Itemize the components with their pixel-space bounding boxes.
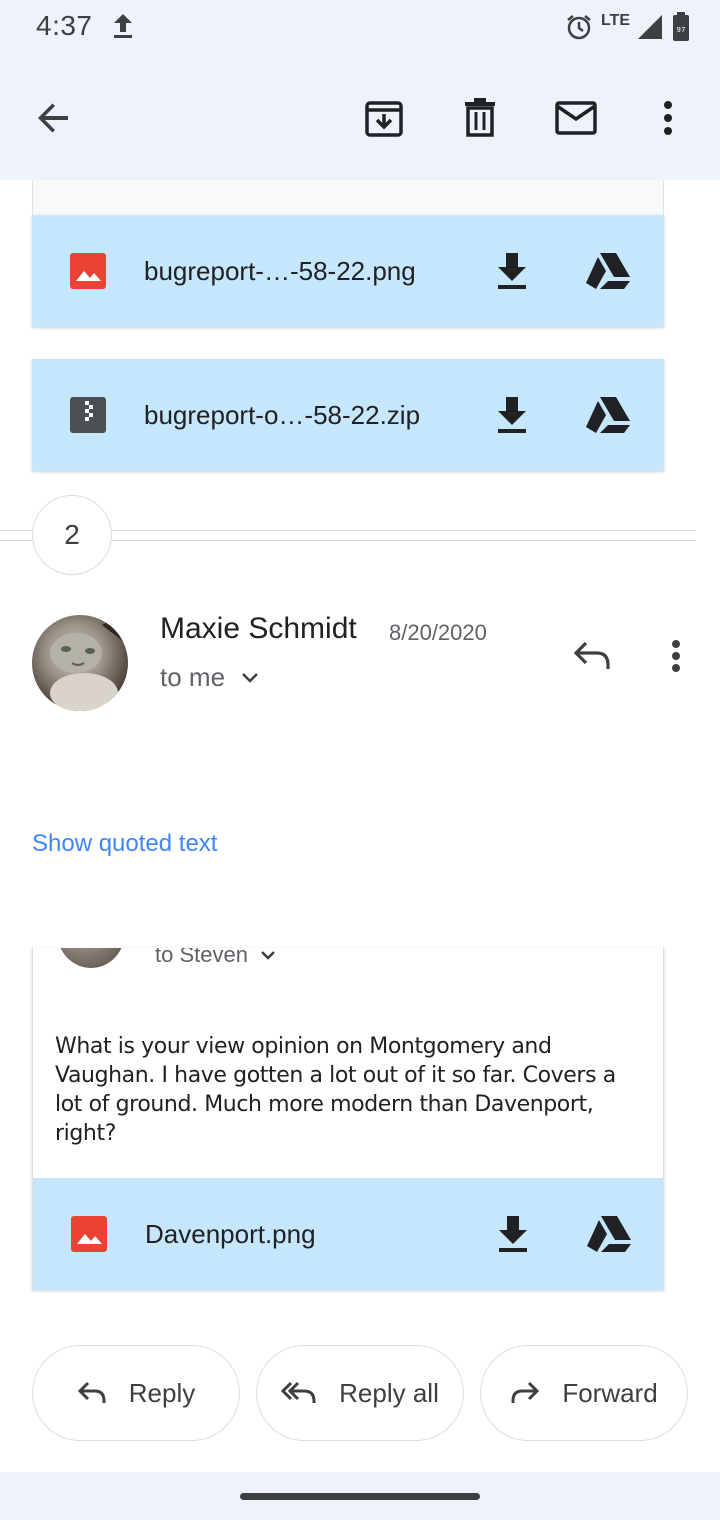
quoted-body: What is your view opinion on Montgomery … [55, 1034, 616, 1146]
download-icon[interactable] [493, 1210, 533, 1258]
attachment-card[interactable]: bugreport-o…-58-22.zip [32, 359, 664, 471]
sender-name: Maxie Schmidt [160, 612, 357, 645]
mark-unread-button[interactable] [546, 88, 606, 148]
reply-icon-button[interactable] [566, 630, 618, 682]
reply-icon [77, 1381, 106, 1403]
message-more-button[interactable] [650, 630, 702, 682]
attachment-name: bugreport-…-58-22.png [144, 256, 416, 286]
signal-icon [638, 15, 662, 39]
recipient-label: to me [160, 662, 226, 692]
zip-file-icon [70, 397, 106, 433]
drive-icon[interactable] [584, 391, 632, 439]
quoted-recipient-label: to Steven [155, 948, 248, 967]
recipient-details-toggle[interactable]: to me [160, 662, 259, 693]
alarm-icon [567, 15, 591, 40]
download-icon[interactable] [492, 391, 532, 439]
top-app-bar [0, 56, 720, 180]
more-vert-icon [672, 640, 680, 672]
reply-button[interactable]: Reply [32, 1345, 240, 1441]
attachment-name: Davenport.png [145, 1219, 316, 1249]
home-gesture-handle[interactable] [240, 1493, 480, 1500]
quoted-recipient: to Steven [155, 948, 276, 968]
upload-icon [114, 14, 132, 38]
reply-all-icon [281, 1381, 316, 1403]
quoted-avatar [57, 948, 125, 968]
image-file-icon [71, 1216, 107, 1252]
cat-photo [32, 615, 128, 711]
archive-button[interactable] [354, 88, 414, 148]
status-bar: 4:37 LTE 97 [0, 0, 720, 56]
previous-message-card [32, 180, 664, 216]
download-icon[interactable] [492, 247, 532, 295]
chevron-down-icon [242, 672, 258, 683]
svg-text:97: 97 [677, 26, 686, 34]
mail-icon [555, 101, 597, 135]
back-button[interactable] [24, 88, 84, 148]
drive-icon[interactable] [585, 1210, 633, 1258]
status-time: 4:37 [36, 10, 93, 41]
more-vert-icon [664, 101, 672, 135]
chevron-down-icon [261, 951, 275, 960]
battery-icon: 97 [673, 12, 689, 41]
delete-button[interactable] [450, 88, 510, 148]
delete-icon [465, 98, 495, 137]
arrow-back-icon [38, 103, 68, 133]
forward-label: Forward [562, 1377, 658, 1408]
attachment-card[interactable]: Davenport.png [33, 1178, 663, 1290]
forward-icon [511, 1381, 540, 1403]
message-date: 8/20/2020 [389, 620, 487, 645]
reply-icon [573, 641, 610, 669]
status-icons: LTE 97 [565, 10, 690, 44]
drive-icon[interactable] [584, 247, 632, 295]
reply-all-label: Reply all [339, 1377, 439, 1408]
network-type: LTE [600, 12, 630, 29]
quoted-message-card: to Steven What is your view opinion on M… [32, 948, 664, 1290]
attachment-name: bugreport-o…-58-22.zip [144, 400, 421, 430]
avatar[interactable] [32, 615, 128, 711]
image-file-icon [70, 253, 106, 289]
attachment-card[interactable]: bugreport-…-58-22.png [32, 215, 664, 327]
collapsed-messages-count[interactable]: 2 [32, 495, 112, 575]
archive-icon [365, 101, 403, 137]
more-options-button[interactable] [638, 88, 698, 148]
reply-all-button[interactable]: Reply all [256, 1345, 464, 1441]
reply-label: Reply [128, 1377, 196, 1408]
show-quoted-text-link[interactable]: Show quoted text [32, 830, 217, 858]
forward-button[interactable]: Forward [480, 1345, 688, 1441]
